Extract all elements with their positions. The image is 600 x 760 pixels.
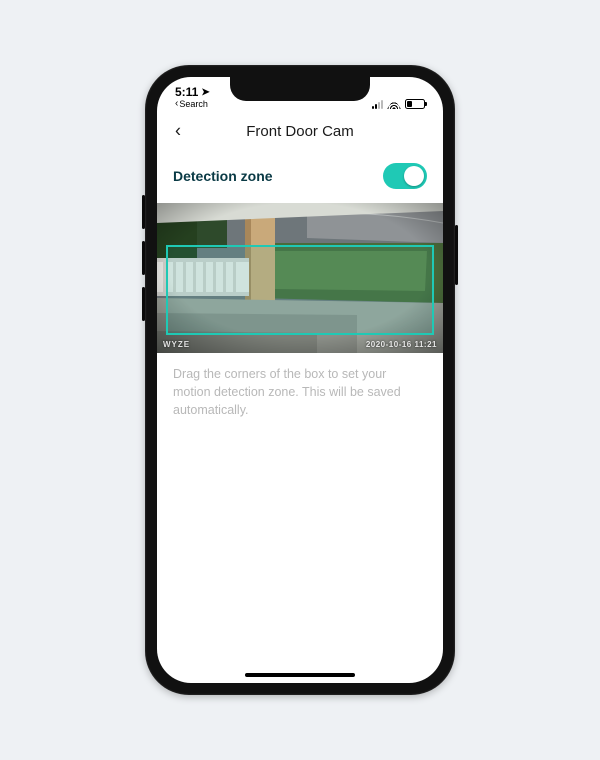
battery-icon (405, 99, 425, 109)
watermark-timestamp: 2020-10-16 11:21 (366, 340, 437, 349)
watermark-brand: WYZE (163, 340, 190, 349)
back-to-search-label: Search (179, 99, 208, 109)
detection-zone-label: Detection zone (173, 168, 273, 184)
phone-frame: 5:11 ➤ ‹ Search ‹ Front Door Ca (145, 65, 455, 695)
zone-handle-top-right[interactable] (424, 245, 434, 255)
back-button[interactable]: ‹ (171, 117, 185, 146)
zone-handle-bottom-right[interactable] (424, 325, 434, 335)
detection-zone-box[interactable] (166, 245, 435, 335)
back-to-search-link[interactable]: ‹ Search (175, 98, 208, 109)
detection-zone-row: Detection zone (157, 151, 443, 203)
nav-bar: ‹ Front Door Cam (157, 111, 443, 151)
chevron-left-icon: ‹ (175, 98, 178, 109)
toggle-knob (404, 166, 424, 186)
status-left: 5:11 ➤ ‹ Search (175, 85, 210, 109)
location-icon: ➤ (201, 87, 209, 98)
wifi-icon (387, 99, 401, 109)
home-indicator[interactable] (245, 673, 355, 677)
screen: 5:11 ➤ ‹ Search ‹ Front Door Ca (157, 77, 443, 683)
status-right (372, 99, 425, 109)
zone-handle-top-left[interactable] (166, 245, 176, 255)
help-text: Drag the corners of the box to set your … (157, 353, 443, 431)
page-title: Front Door Cam (246, 123, 354, 140)
detection-zone-toggle[interactable] (383, 163, 427, 189)
chevron-left-icon: ‹ (175, 121, 181, 141)
cellular-icon (372, 99, 383, 109)
status-time: 5:11 (175, 85, 198, 99)
camera-preview: WYZE 2020-10-16 11:21 (157, 203, 443, 353)
zone-handle-bottom-left[interactable] (166, 325, 176, 335)
notch (230, 77, 370, 101)
